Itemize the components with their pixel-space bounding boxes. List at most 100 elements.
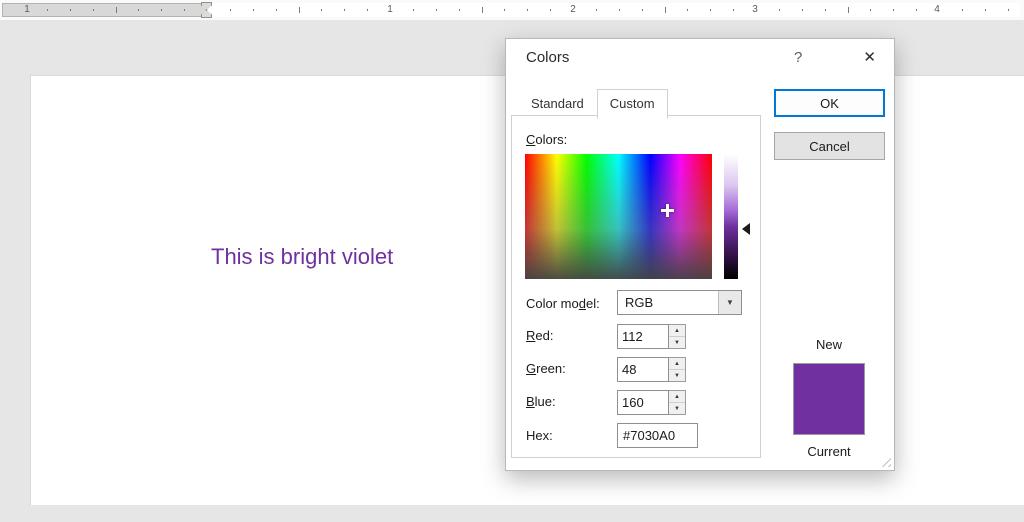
colors-label: Colors:: [526, 132, 568, 147]
red-spinner: ▲ ▼: [669, 324, 686, 349]
spin-down-icon: ▼: [674, 405, 680, 412]
ruler-tick: [916, 9, 918, 11]
new-color-swatch: [794, 364, 864, 399]
help-icon[interactable]: ?: [794, 49, 802, 66]
red-spin-up-button[interactable]: ▲: [669, 325, 685, 337]
tab-standard[interactable]: Standard: [518, 89, 597, 119]
ruler-tick: [595, 9, 597, 11]
red-label: Red:: [526, 328, 554, 343]
spin-down-icon: ▼: [674, 372, 680, 379]
ruler-number: 1: [24, 4, 30, 15]
ruler-tick: [481, 7, 483, 13]
ruler-tick: [161, 9, 163, 11]
ruler-tick: [824, 9, 826, 11]
green-input[interactable]: [617, 357, 669, 382]
blue-spinner: ▲ ▼: [669, 390, 686, 415]
ruler-tick: [801, 9, 803, 11]
ruler-tick: [550, 9, 552, 11]
current-label: Current: [807, 444, 851, 459]
hex-input[interactable]: [617, 423, 698, 448]
blue-input[interactable]: [617, 390, 669, 415]
ruler-tick: [687, 9, 689, 11]
ruler-tick: [961, 9, 963, 11]
ruler-tick: [1007, 9, 1009, 11]
green-spin-up-button[interactable]: ▲: [669, 358, 685, 370]
current-color-swatch: [794, 399, 864, 434]
spin-down-icon: ▼: [674, 339, 680, 346]
ruler-tick: [504, 9, 506, 11]
ruler-tick: [46, 9, 48, 11]
ruler-tick: [435, 9, 437, 11]
ruler-tick: [618, 9, 620, 11]
green-label: Green:: [526, 361, 566, 376]
color-model-value: RGB: [625, 295, 654, 310]
color-crosshair-marker[interactable]: [661, 204, 674, 217]
close-icon[interactable]: ✕: [863, 48, 876, 66]
green-field: ▲ ▼: [617, 357, 686, 382]
ruler-number: 1: [387, 4, 393, 15]
ruler-margin-area: [2, 3, 207, 17]
ruler-tick: [458, 9, 460, 11]
red-spin-down-button[interactable]: ▼: [669, 337, 685, 348]
ruler-tick: [527, 9, 529, 11]
spin-up-icon: ▲: [674, 360, 680, 367]
dialog-titlebar[interactable]: Colors ? ✕: [506, 39, 894, 79]
hex-label: Hex:: [526, 428, 553, 443]
red-input[interactable]: [617, 324, 669, 349]
red-field: ▲ ▼: [617, 324, 686, 349]
dialog-tabs: Standard Custom: [518, 89, 668, 119]
luminance-slider[interactable]: [724, 154, 738, 279]
ruler-tick: [69, 9, 71, 11]
ruler-tick: [115, 7, 117, 13]
ruler-tick: [184, 9, 186, 11]
custom-tab-panel: Colors: Color model: RGB ▼ Red: ▲ ▼ Gree…: [511, 115, 761, 458]
ruler-tick: [367, 9, 369, 11]
ruler-tick: [344, 9, 346, 11]
ruler-tick: [321, 9, 323, 11]
ruler-tick: [893, 9, 895, 11]
blue-spin-down-button[interactable]: ▼: [669, 403, 685, 414]
dropdown-button[interactable]: ▼: [718, 291, 741, 314]
ruler-tick: [252, 9, 254, 11]
new-label: New: [815, 337, 842, 352]
resize-grip-icon[interactable]: [878, 454, 891, 467]
luminance-slider-marker[interactable]: [742, 223, 750, 235]
color-model-label: Color model:: [526, 296, 600, 311]
ok-button[interactable]: OK: [774, 89, 885, 117]
cancel-button[interactable]: Cancel: [774, 132, 885, 160]
document-text[interactable]: This is bright violet: [211, 244, 393, 270]
blue-field: ▲ ▼: [617, 390, 686, 415]
green-spinner: ▲ ▼: [669, 357, 686, 382]
ruler-number: 4: [934, 4, 940, 15]
ruler-tick: [710, 9, 712, 11]
ruler-tick: [412, 9, 414, 11]
ruler: 1 2 3 4 1: [0, 0, 1024, 20]
ruler-tick: [870, 9, 872, 11]
green-spin-down-button[interactable]: ▼: [669, 370, 685, 381]
ruler-tick: [138, 9, 140, 11]
tab-custom[interactable]: Custom: [596, 89, 668, 119]
ruler-number: 3: [752, 4, 758, 15]
ruler-tick: [847, 7, 849, 13]
ruler-text-area: [207, 3, 1020, 17]
colors-dialog: Colors ? ✕ Standard Custom Colors: Color…: [505, 38, 895, 471]
color-gradient-picker[interactable]: [525, 154, 712, 279]
chevron-down-icon: ▼: [726, 298, 734, 307]
spin-up-icon: ▲: [674, 327, 680, 334]
ruler-tick: [275, 9, 277, 11]
color-preview-swatch: [793, 363, 865, 435]
ruler-number: 2: [570, 4, 576, 15]
ruler-tick: [298, 7, 300, 13]
spin-up-icon: ▲: [674, 393, 680, 400]
ruler-tick: [778, 9, 780, 11]
ruler-tick: [984, 9, 986, 11]
ruler-tick: [229, 9, 231, 11]
dialog-title: Colors: [526, 49, 570, 66]
ruler-tick: [641, 9, 643, 11]
blue-label: Blue:: [526, 394, 556, 409]
color-model-dropdown[interactable]: RGB ▼: [617, 290, 742, 315]
ruler-tick: [664, 7, 666, 13]
ruler-tick: [733, 9, 735, 11]
ruler-tick: [92, 9, 94, 11]
blue-spin-up-button[interactable]: ▲: [669, 391, 685, 403]
